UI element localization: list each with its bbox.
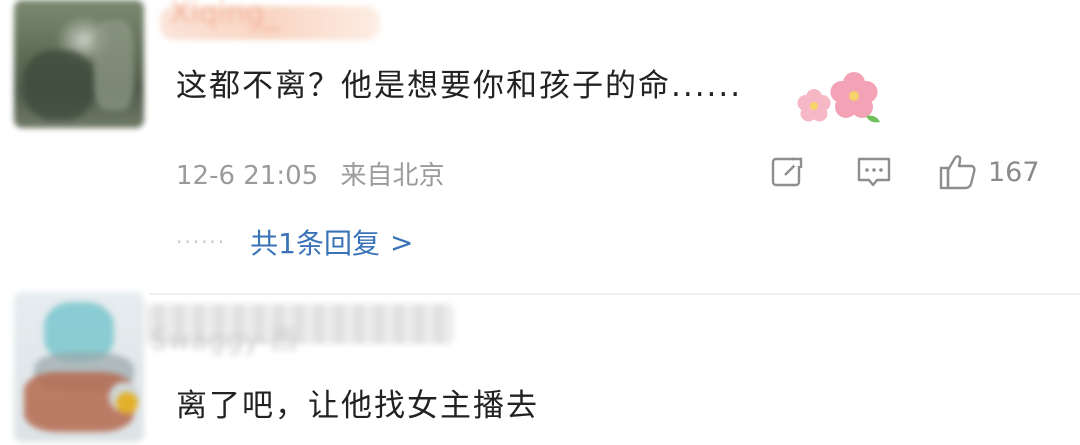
cherry-blossom-icon [797,72,880,123]
comment-text: 离了吧，让他找女主播去 [176,388,539,424]
comment-meta: 12-6 21:05 来自北京 [176,155,458,192]
like-button[interactable]: 167 [938,152,1048,192]
view-replies-link[interactable]: ······ 共1条回复 > [176,222,413,262]
timestamp: 12-6 21:05 [176,161,319,191]
comment-thread: Xiqing_ 这都不离？他是想要你和孩子的命...... 12-6 21:05… [0,0,1080,445]
replies-prefix: ······ [176,230,227,254]
replies-label: 共1条回复 [250,227,380,260]
comment-icon [857,157,891,187]
avatar[interactable] [14,292,144,442]
share-icon [771,156,804,187]
comment-button[interactable] [855,152,895,192]
comment-text: 这都不离？他是想要你和孩子的命...... [176,68,743,104]
chevron-right-icon: > [389,225,414,259]
avatar[interactable] [14,0,144,128]
thumbs-up-icon [939,155,976,190]
share-button[interactable] [770,152,810,192]
verified-badge-icon [116,392,138,414]
like-count: 167 [988,156,1040,188]
location: 来自北京 [340,161,445,191]
username[interactable]: Swaggy-西 [144,304,454,358]
divider [150,293,1080,295]
username[interactable]: Xiqing_ [159,0,381,40]
